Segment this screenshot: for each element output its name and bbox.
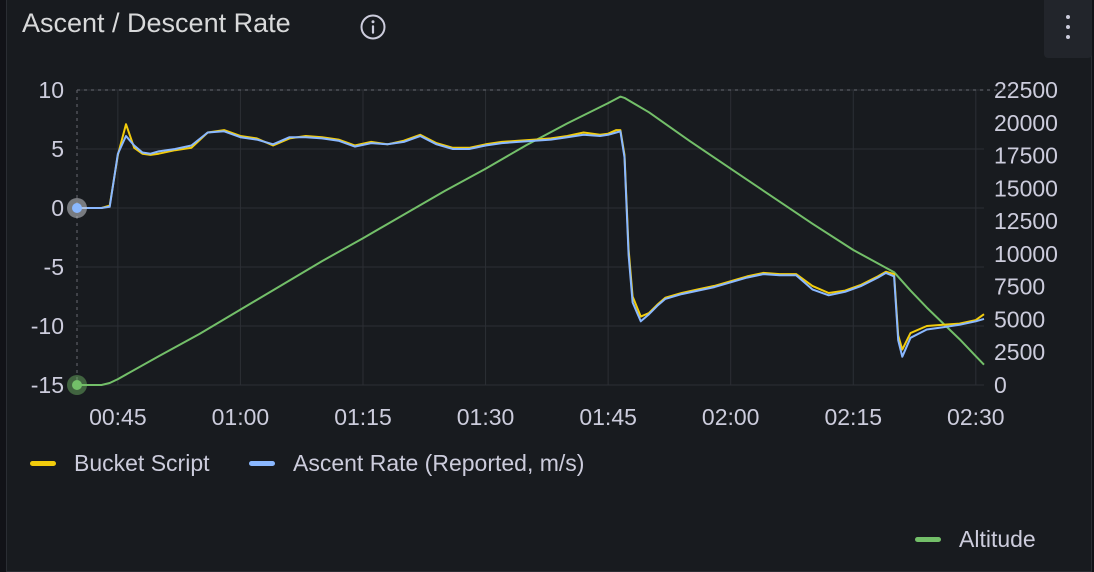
y-left-tick-label: -5 [44,254,64,280]
legend-label: Ascent Rate (Reported, m/s) [293,450,585,476]
chart: 10 5 0 -5 -10 -15 00:45 01:00 01:15 01:30 01:45 02:… [31,77,1058,430]
x-tick-label: 02:00 [702,404,760,430]
y-right-tick-label: 15000 [994,175,1058,201]
x-tick-label: 01:15 [334,404,392,430]
y-right-tick-label: 20000 [994,110,1058,136]
y-right-tick-label: 7500 [994,274,1045,300]
x-tick-label: 01:45 [579,404,637,430]
legend-label: Altitude [959,526,1036,552]
legend-label: Bucket Script [74,450,210,476]
marker-ascent-rate [72,203,82,213]
series-line-bucket-script [77,123,985,351]
legend-item-ascent-rate[interactable]: Ascent Rate (Reported, m/s) [249,450,584,477]
legend-item-bucket-script[interactable]: Bucket Script [30,450,210,477]
y-right-tick-label: 17500 [994,143,1058,169]
y-left-tick-label: 0 [51,195,64,221]
x-tick-label: 02:15 [824,404,882,430]
marker-altitude [72,380,82,390]
legend-item-altitude[interactable]: Altitude [915,526,1036,553]
y-right-tick-label: 0 [994,372,1007,398]
y-left-tick-label: -10 [31,313,64,339]
legend-swatch [915,537,941,542]
x-tick-label: 02:30 [947,404,1005,430]
y-left-tick-label: 10 [38,77,64,103]
x-tick-label: 01:30 [457,404,515,430]
y-right-tick-label: 5000 [994,306,1045,332]
series-line-ascent-rate-reported-m-s [77,130,985,358]
x-tick-label: 01:00 [212,404,270,430]
y-right-tick-label: 10000 [994,241,1058,267]
y-left-tick-label: 5 [51,136,64,162]
x-tick-label: 00:45 [89,404,147,430]
legend-swatch [249,461,275,466]
y-right-tick-label: 12500 [994,208,1058,234]
y-left-tick-label: -15 [31,372,64,398]
y-right-tick-label: 2500 [994,339,1045,365]
legend-swatch [30,461,56,466]
